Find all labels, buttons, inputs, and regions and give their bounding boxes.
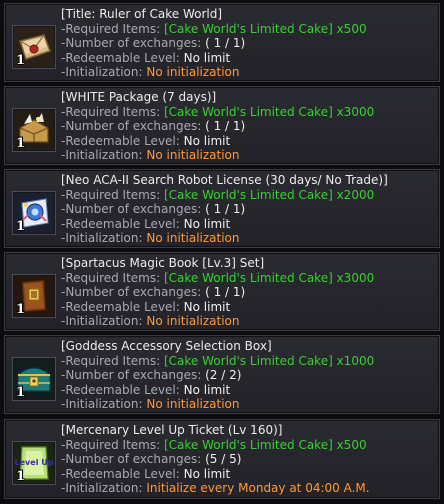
item-quantity: 1 — [16, 219, 26, 234]
initialization-label: -Initialization: — [61, 231, 143, 245]
initialization-value: Initialize every Monday at 04:00 A.M. — [146, 481, 370, 495]
redeemable-level-value: No limit — [183, 299, 231, 314]
level-up-text: Level Up — [15, 458, 54, 467]
initialization-value: No initialization — [146, 314, 240, 328]
initialization-value: No initialization — [146, 148, 240, 162]
redeemable-level-value: No limit — [183, 50, 231, 65]
exchanges-value: ( 1 / 1) — [205, 285, 246, 299]
exchanges-label: -Number of exchanges: — [61, 119, 202, 133]
exchanges-label: -Number of exchanges: — [61, 452, 202, 466]
item-title: [Goddess Accessory Selection Box] — [61, 339, 272, 353]
required-items-label: -Required Items: — [61, 353, 161, 368]
initialization-label: -Initialization: — [61, 397, 143, 411]
redeemable-level-label: -Redeemable Level: — [61, 50, 180, 65]
initialization-value: No initialization — [146, 65, 240, 79]
exchanges-value: (5 / 5) — [205, 452, 242, 466]
item-title: [WHITE Package (7 days)] — [61, 90, 217, 104]
required-items-value: [Cake World's Limited Cake] x2000 — [164, 187, 375, 202]
initialization-label: -Initialization: — [61, 314, 143, 328]
item-slot[interactable]: 1 — [12, 25, 56, 69]
required-items-value: [Cake World's Limited Cake] x3000 — [164, 104, 375, 119]
item-quantity: 1 — [16, 136, 26, 151]
item-quantity: 1 — [16, 385, 26, 400]
redeemable-level-label: -Redeemable Level: — [61, 382, 180, 397]
exchanges-label: -Number of exchanges: — [61, 285, 202, 299]
required-items-label: -Required Items: — [61, 270, 161, 285]
redeemable-level-label: -Redeemable Level: — [61, 133, 180, 148]
initialization-value: No initialization — [146, 231, 240, 245]
required-items-value: [Cake World's Limited Cake] x500 — [164, 21, 367, 36]
item-title: [Spartacus Magic Book [Lv.3] Set] — [61, 256, 265, 270]
exchanges-label: -Number of exchanges: — [61, 202, 202, 216]
exchanges-label: -Number of exchanges: — [61, 36, 202, 50]
item-slot[interactable]: 1 — [12, 357, 56, 401]
item-quantity: 1 — [16, 302, 26, 317]
required-items-label: -Required Items: — [61, 437, 161, 452]
item-title: [Mercenary Level Up Ticket (Lv 160)] — [61, 423, 283, 437]
redeemable-level-label: -Redeemable Level: — [61, 466, 180, 481]
required-items-label: -Required Items: — [61, 21, 161, 36]
item-slot[interactable]: 1 — [12, 108, 56, 152]
item-quantity: 1 — [16, 53, 26, 68]
item-slot[interactable]: Level Up 1 — [12, 441, 56, 485]
item-slot[interactable]: 1 — [12, 191, 56, 235]
exchanges-value: ( 1 / 1) — [205, 202, 246, 216]
redeemable-level-value: No limit — [183, 216, 231, 231]
initialization-label: -Initialization: — [61, 65, 143, 79]
exchange-item[interactable]: 1 [WHITE Package (7 days)] -Required Ite… — [4, 86, 440, 165]
redeemable-level-label: -Redeemable Level: — [61, 299, 180, 314]
item-title: [Neo ACA-II Search Robot License (30 day… — [61, 173, 388, 187]
exchanges-label: -Number of exchanges: — [61, 368, 202, 382]
redeemable-level-value: No limit — [183, 466, 231, 481]
initialization-label: -Initialization: — [61, 481, 143, 495]
initialization-value: No initialization — [146, 397, 240, 411]
required-items-value: [Cake World's Limited Cake] x500 — [164, 437, 367, 452]
exchange-item[interactable]: 1 [Title: Ruler of Cake World] -Required… — [4, 3, 440, 82]
initialization-label: -Initialization: — [61, 148, 143, 162]
required-items-label: -Required Items: — [61, 104, 161, 119]
item-quantity: 1 — [16, 469, 26, 484]
item-slot[interactable]: 1 — [12, 274, 56, 318]
required-items-label: -Required Items: — [61, 187, 161, 202]
exchange-item[interactable]: 1 [Goddess Accessory Selection Box] -Req… — [4, 335, 440, 414]
exchange-item[interactable]: Level Up 1 [Mercenary Level Up Ticket (L… — [4, 419, 440, 499]
required-items-value: [Cake World's Limited Cake] x1000 — [164, 353, 375, 368]
redeemable-level-label: -Redeemable Level: — [61, 216, 180, 231]
exchange-item[interactable]: 1 [Neo ACA-II Search Robot License (30 d… — [4, 169, 440, 248]
exchange-item[interactable]: 1 [Spartacus Magic Book [Lv.3] Set] -Req… — [4, 252, 440, 331]
exchanges-value: ( 1 / 1) — [205, 119, 246, 133]
required-items-value: [Cake World's Limited Cake] x3000 — [164, 270, 375, 285]
redeemable-level-value: No limit — [183, 133, 231, 148]
exchanges-value: ( 1 / 1) — [205, 36, 246, 50]
exchanges-value: (2 / 2) — [205, 368, 242, 382]
exchange-item-list: 1 [Title: Ruler of Cake World] -Required… — [0, 0, 444, 504]
redeemable-level-value: No limit — [183, 382, 231, 397]
item-title: [Title: Ruler of Cake World] — [61, 7, 223, 21]
